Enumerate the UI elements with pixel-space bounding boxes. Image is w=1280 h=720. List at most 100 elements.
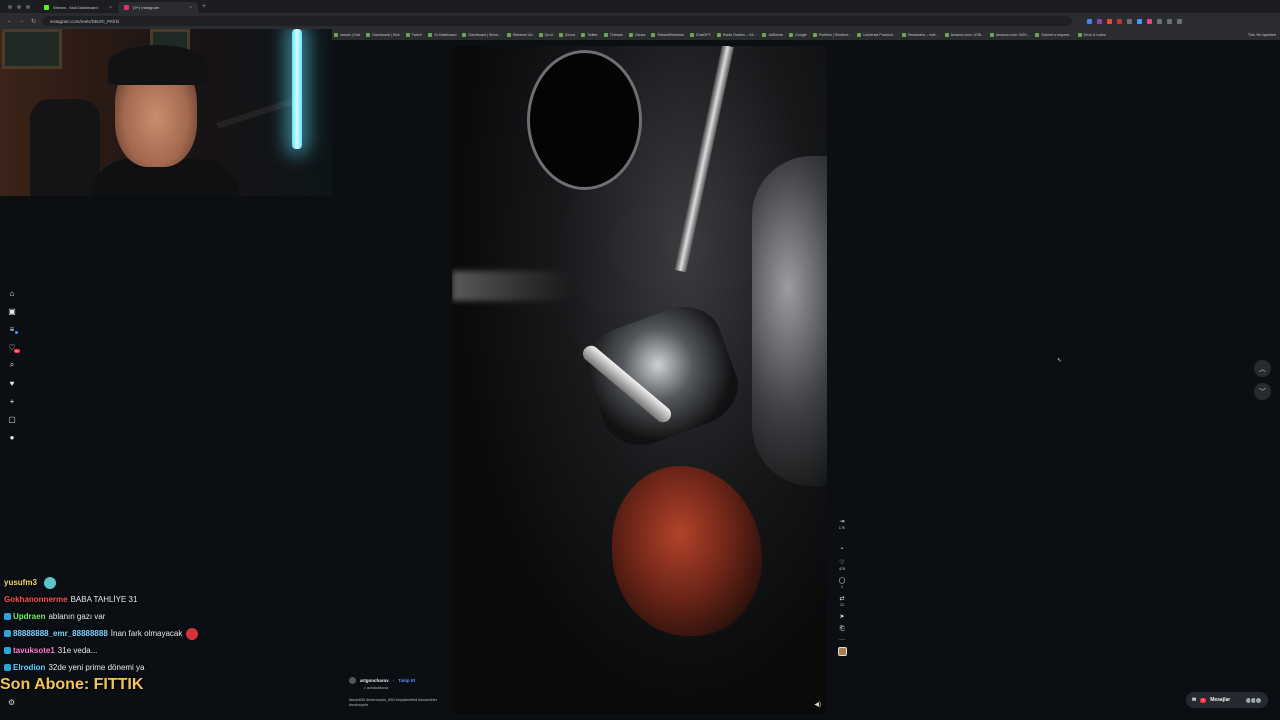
close-icon[interactable]: × [109,5,112,11]
bookmark-item[interactable]: Streamer Ad [506,32,533,37]
handlebar-clamp [575,295,749,457]
mute-icon[interactable]: ◀) [814,701,821,708]
chat-username[interactable]: Elrodion [13,663,45,672]
reload-icon[interactable]: ↻ [30,18,37,25]
bookmark-item[interactable]: Ozusa [628,32,645,37]
close-icon[interactable]: × [189,5,192,11]
bookmark-item[interactable]: Universal Producti... [857,32,896,37]
bookmark-item[interactable]: Drive & Listen [1077,32,1106,37]
new-tab-button[interactable]: + [202,3,206,10]
chat-username[interactable]: 88888888_emr_88888888 [13,629,108,638]
browser-tab-strip: Stream - Kick Dashboard × (9+) Instagram… [0,0,1280,13]
audio-label[interactable]: ♫ achoichkova [363,686,449,690]
chat-message: 88888888_emr_88888888 İnan fark olmayacak [4,625,334,642]
messages-button[interactable]: ✉ 9 Mesajlar [1186,692,1268,708]
bookmark-item[interactable]: AdSense [762,32,783,37]
bookmark-item[interactable]: Threads [603,32,623,37]
messenger-icon: ✉ [1192,697,1197,703]
more-down-button[interactable]: ⌄ [839,544,844,551]
webcam-overlay [0,29,332,196]
hashtags: #bear650 #interceptor_650 #royalenfield … [349,698,438,707]
more-options-button[interactable]: ··· [839,637,845,643]
bookmark-item[interactable]: Dashboard | Kick [366,32,400,37]
save-button[interactable]: ⎗ [840,626,845,633]
chat-message: Elrodion 32de yeni prime dönemi ya [4,659,334,676]
user-settings-icon[interactable]: ⚙ [8,698,15,707]
search-icon[interactable]: ⌕ [7,360,17,370]
chat-username[interactable]: Gokhanonnerme [4,595,68,604]
bookmark-favicon-icon [462,32,467,37]
next-reel-button[interactable]: ﹀ [1254,383,1271,400]
bookmark-item[interactable]: Twitter [581,32,598,37]
follow-button[interactable]: Takip Et [398,678,415,683]
chevron-up-icon: ︿ [1259,365,1266,373]
chat-badge-icon [4,630,11,637]
bookmark-item[interactable]: Amazon.com: USB... [944,32,984,37]
bookmark-favicon-icon [857,32,862,37]
dashboard-icon[interactable]: ▢ [7,414,17,424]
forward-button[interactable]: ⇥ 17K [839,518,845,530]
bookmark-item[interactable]: Radio Garden – Kit... [716,32,756,37]
other-bookmarks[interactable]: Tüm Yer İşaretleri [1248,33,1280,37]
notifications-icon[interactable]: ♡ 9+ [7,342,20,353]
home-icon[interactable]: ⌂ [7,288,17,298]
chat-text: İnan fark olmayacak [110,629,183,638]
bookmark-item[interactable]: Submit a request... [1035,32,1072,37]
bookmark-favicon-icon [366,32,371,37]
bookmark-item[interactable]: StreamElements [651,32,684,37]
bookmark-favicon-icon [1035,32,1040,37]
share-button[interactable]: ➤ [839,613,844,620]
window-controls[interactable] [0,4,38,9]
bookmark-favicon-icon [944,32,949,37]
streamer-cap [108,45,208,85]
comment-button[interactable]: ◯ 1 [839,577,846,589]
forward-icon[interactable]: → [18,18,25,24]
bookmark-item[interactable]: Dashboard | Strea... [462,32,501,37]
tab-instagram[interactable]: (9+) Instagram × [118,2,198,13]
create-icon[interactable]: + [7,396,17,406]
chat-message: Gokhanonnerme BABA TAHLİYE 31 [4,591,334,608]
chevron-down-icon: ﹀ [1259,388,1266,396]
bookmark-item[interactable]: Çevir [538,32,553,37]
repost-button[interactable]: ⇄ 12 [839,595,844,607]
bookmark-item[interactable]: xaloan | Kick [334,32,360,37]
chat-message: tavuksote1 31e veda... [4,642,334,659]
bookmark-item[interactable]: Amazon.com: NOV... [990,32,1029,37]
bookmark-favicon-icon [812,32,817,37]
bookmark-item[interactable]: ChatGPT [689,32,711,37]
chevron-down-icon: ⌄ [839,545,845,551]
back-icon[interactable]: ← [6,18,13,24]
bookmark-item[interactable]: iCloud [558,32,575,37]
bookmark-item[interactable]: Portfolio | Shuttere... [812,32,851,37]
chat-username[interactable]: Updraen [13,612,45,621]
avatar[interactable] [349,677,356,684]
url-field[interactable]: instagram.com/reels/DBcRi_PKfrk/ [42,16,1072,26]
bookmark-item[interactable]: Google [789,32,807,37]
bookmark-item[interactable]: Streamaha – vide... [901,32,939,37]
post-caption: artgoncharov · Takip Et ♫ achoichkova #b… [349,677,449,708]
bookmark-favicon-icon [762,32,767,37]
extension-icons[interactable] [1087,18,1182,24]
reel-video[interactable]: ◀) [452,46,827,714]
like-button[interactable]: ♡ 478 [839,559,845,571]
bookmark-item[interactable]: Yo Dashboard [427,32,456,37]
bookmark-icon: ⎗ [839,626,845,632]
chat-username[interactable]: yusufm3 [4,578,37,587]
previous-reel-button[interactable]: ︿ [1254,360,1271,377]
address-bar-row: ← → ↻ instagram.com/reels/DBcRi_PKfrk/ [0,13,1280,29]
chat-text: 31e veda... [57,646,98,655]
heart-icon[interactable]: ♥ [7,378,17,388]
bookmark-item[interactable]: Twitch [405,32,422,37]
chat-username[interactable]: tavuksote1 [13,646,55,655]
bookmark-favicon-icon [538,32,543,37]
audio-thumbnail[interactable] [837,647,847,656]
post-username[interactable]: artgoncharov [360,678,389,683]
bookmark-favicon-icon [789,32,794,37]
bookmark-favicon-icon [334,32,338,37]
reels-icon[interactable]: ▣ [7,306,17,316]
profile-icon[interactable]: ● [7,432,17,442]
neon-light [292,29,302,149]
tab-kick-dashboard[interactable]: Stream - Kick Dashboard × [38,2,118,13]
bookmark-favicon-icon [716,32,721,37]
feed-icon[interactable]: ≡ [7,324,18,334]
